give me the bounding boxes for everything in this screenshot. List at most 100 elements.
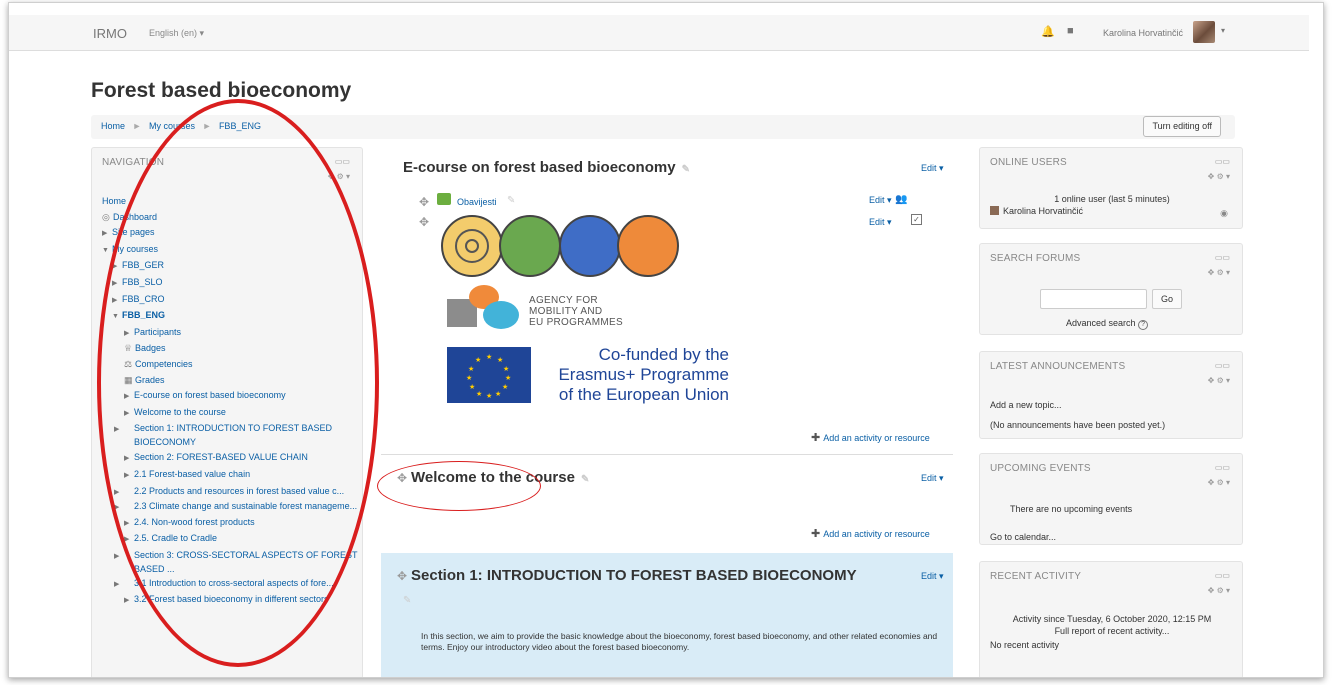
chevron-right-icon[interactable]: ▶ — [112, 276, 122, 292]
notification-bell-icon[interactable]: 🔔 — [1041, 25, 1055, 38]
nav-item[interactable]: ▦ Grades — [102, 373, 358, 389]
add-topic-link[interactable]: Add a new topic... — [990, 400, 1062, 410]
block-actions-gear-icon[interactable]: ✥ ⚙ ▾ — [1208, 478, 1230, 487]
block-actions-gear-icon[interactable]: ✥ ⚙ ▾ — [1208, 586, 1230, 595]
nav-item-label[interactable]: My courses — [112, 244, 158, 254]
nav-item-label[interactable]: FBB_SLO — [122, 277, 163, 287]
activity-edit-menu[interactable]: Edit ▾ — [869, 195, 892, 206]
turn-editing-off-button[interactable]: Turn editing off — [1143, 116, 1221, 137]
activity-link-obavijesti[interactable]: Obavijesti — [457, 197, 497, 207]
block-actions-gear-icon[interactable]: ✥ ⚙ ▾ — [1208, 376, 1230, 385]
nav-item-label[interactable]: Section 1: INTRODUCTION TO FOREST BASED … — [134, 423, 332, 447]
nav-item[interactable]: ▶ Welcome to the course — [102, 405, 358, 422]
search-go-button[interactable]: Go — [1152, 289, 1182, 309]
chevron-right-icon[interactable]: ▶ — [112, 259, 122, 275]
chevron-right-icon[interactable]: ▶ — [114, 486, 134, 499]
nav-item[interactable]: ◎ Dashboard — [102, 210, 358, 226]
chevron-right-icon[interactable]: ▶ — [114, 423, 134, 436]
section-edit-menu[interactable]: Edit ▾ — [921, 571, 944, 582]
chevron-right-icon[interactable]: ▶ — [124, 451, 134, 467]
move-icon[interactable]: ✥ — [419, 215, 429, 229]
full-report-link[interactable]: Full report of recent activity... — [980, 626, 1244, 636]
nav-item-label[interactable]: Welcome to the course — [134, 407, 226, 417]
pencil-icon[interactable]: ✎ — [403, 595, 411, 606]
chevron-right-icon[interactable]: ▶ — [124, 593, 134, 609]
nav-item[interactable]: ▶ 2.1 Forest-based value chain — [102, 467, 358, 484]
add-activity-link[interactable]: ✚ Add an activity or resource — [811, 527, 930, 540]
nav-item-label[interactable]: Site pages — [112, 227, 155, 237]
nav-item-label[interactable]: Badges — [135, 343, 166, 353]
label-edit-menu[interactable]: Edit ▾ — [869, 217, 892, 228]
chevron-down-icon[interactable]: ▼ — [102, 243, 112, 259]
nav-item-label[interactable]: 3.2 Forest based bioeconomy in different… — [134, 594, 328, 604]
move-icon[interactable]: ✥ — [419, 195, 429, 209]
chevron-right-icon[interactable]: ▶ — [124, 516, 134, 532]
nav-item[interactable]: ▶ Site pages — [102, 225, 358, 242]
block-actions-gear-icon[interactable]: ✥ ⚙ ▾ — [1208, 172, 1230, 181]
nav-item[interactable]: ♕ Badges — [102, 341, 358, 357]
chevron-right-icon[interactable]: ▶ — [112, 293, 122, 309]
message-icon[interactable]: ■ — [1067, 25, 1079, 37]
dock-block-icon[interactable]: ▭▭ — [335, 157, 350, 166]
dock-block-icon[interactable]: ▭▭ — [1215, 463, 1230, 472]
nav-item-label[interactable]: 2.2 Products and resources in forest bas… — [134, 486, 344, 496]
nav-item[interactable]: ▶ FBB_GER — [102, 258, 358, 275]
completion-checkbox[interactable]: ✓ — [911, 214, 922, 225]
chevron-right-icon[interactable]: ▶ — [124, 326, 134, 342]
avatar[interactable] — [1193, 21, 1215, 43]
breadcrumb-home[interactable]: Home — [101, 121, 125, 131]
chevron-right-icon[interactable]: ▶ — [124, 468, 134, 484]
add-activity-link[interactable]: ✚ Add an activity or resource — [811, 431, 930, 444]
language-menu[interactable]: English (en) ▾ — [149, 28, 204, 39]
group-mode-icon[interactable]: 👥 — [895, 194, 907, 205]
nav-item[interactable]: ▶ 2.5. Cradle to Cradle — [102, 531, 358, 548]
nav-item[interactable]: ▶ FBB_CRO — [102, 292, 358, 309]
dock-block-icon[interactable]: ▭▭ — [1215, 157, 1230, 166]
nav-item[interactable]: ▶ Section 2: FOREST-BASED VALUE CHAIN — [102, 450, 358, 467]
nav-item-label[interactable]: Home — [102, 196, 126, 206]
chevron-right-icon[interactable]: ▶ — [114, 501, 134, 514]
chevron-right-icon[interactable]: ▶ — [124, 406, 134, 422]
nav-item[interactable]: ▶ Participants — [102, 325, 358, 342]
nav-item-label[interactable]: 2.5. Cradle to Cradle — [134, 533, 217, 543]
nav-item-label[interactable]: FBB_CRO — [122, 294, 165, 304]
advanced-search-link[interactable]: Advanced search ? — [1066, 318, 1149, 330]
breadcrumb-my-courses[interactable]: My courses — [149, 121, 195, 131]
pencil-icon[interactable]: ✎ — [682, 164, 690, 175]
move-icon[interactable]: ✥ — [397, 471, 407, 485]
section-edit-menu[interactable]: Edit ▾ — [921, 473, 944, 484]
move-icon[interactable]: ✥ — [397, 569, 407, 583]
nav-item-label[interactable]: FBB_ENG — [122, 310, 165, 320]
chevron-down-icon[interactable]: ▾ — [1221, 26, 1225, 35]
breadcrumb-course[interactable]: FBB_ENG — [219, 121, 261, 131]
go-to-calendar-link[interactable]: Go to calendar... — [990, 532, 1056, 542]
nav-item-label[interactable]: 2.4. Non-wood forest products — [134, 517, 255, 527]
nav-item[interactable]: ▶ Section 1: INTRODUCTION TO FOREST BASED… — [102, 422, 358, 449]
nav-item-label[interactable]: Section 2: FOREST-BASED VALUE CHAIN — [134, 452, 308, 462]
nav-item[interactable]: ▼ FBB_ENG — [102, 308, 358, 325]
nav-item-label[interactable]: 3.1 Introduction to cross-sectoral aspec… — [134, 578, 334, 588]
nav-item[interactable]: ▶ E-course on forest based bioeconomy — [102, 388, 358, 405]
eye-icon[interactable]: ◉ — [1220, 208, 1228, 219]
block-actions-gear-icon[interactable]: ✥ ⚙ ▾ — [328, 172, 350, 181]
dock-block-icon[interactable]: ▭▭ — [1215, 253, 1230, 262]
nav-item[interactable]: ▶ Section 3: CROSS-SECTORAL ASPECTS OF FO… — [102, 549, 358, 576]
chevron-right-icon[interactable]: ▶ — [124, 389, 134, 405]
pencil-icon[interactable]: ✎ — [581, 474, 589, 485]
nav-item-label[interactable]: Section 3: CROSS-SECTORAL ASPECTS OF FOR… — [134, 550, 357, 574]
nav-item-label[interactable]: 2.3 Climate change and sustainable fores… — [134, 501, 357, 511]
nav-item[interactable]: ▼ My courses — [102, 242, 358, 259]
nav-item[interactable]: ▶ FBB_SLO — [102, 275, 358, 292]
chevron-right-icon[interactable]: ▶ — [102, 226, 112, 242]
chevron-right-icon[interactable]: ▶ — [114, 578, 134, 591]
nav-item[interactable]: ▶ 2.3 Climate change and sustainable fore… — [102, 500, 358, 514]
dock-block-icon[interactable]: ▭▭ — [1215, 571, 1230, 580]
chevron-right-icon[interactable]: ▶ — [124, 532, 134, 548]
chevron-down-icon[interactable]: ▼ — [112, 309, 122, 325]
nav-item[interactable]: ⚖ Competencies — [102, 357, 358, 373]
site-brand[interactable]: IRMO — [93, 26, 127, 41]
nav-item[interactable]: ▶ 3.1 Introduction to cross-sectoral aspe… — [102, 577, 358, 591]
nav-item-label[interactable]: Competencies — [135, 359, 193, 369]
section-edit-menu[interactable]: Edit ▾ — [921, 163, 944, 174]
nav-item-label[interactable]: Dashboard — [113, 212, 157, 222]
